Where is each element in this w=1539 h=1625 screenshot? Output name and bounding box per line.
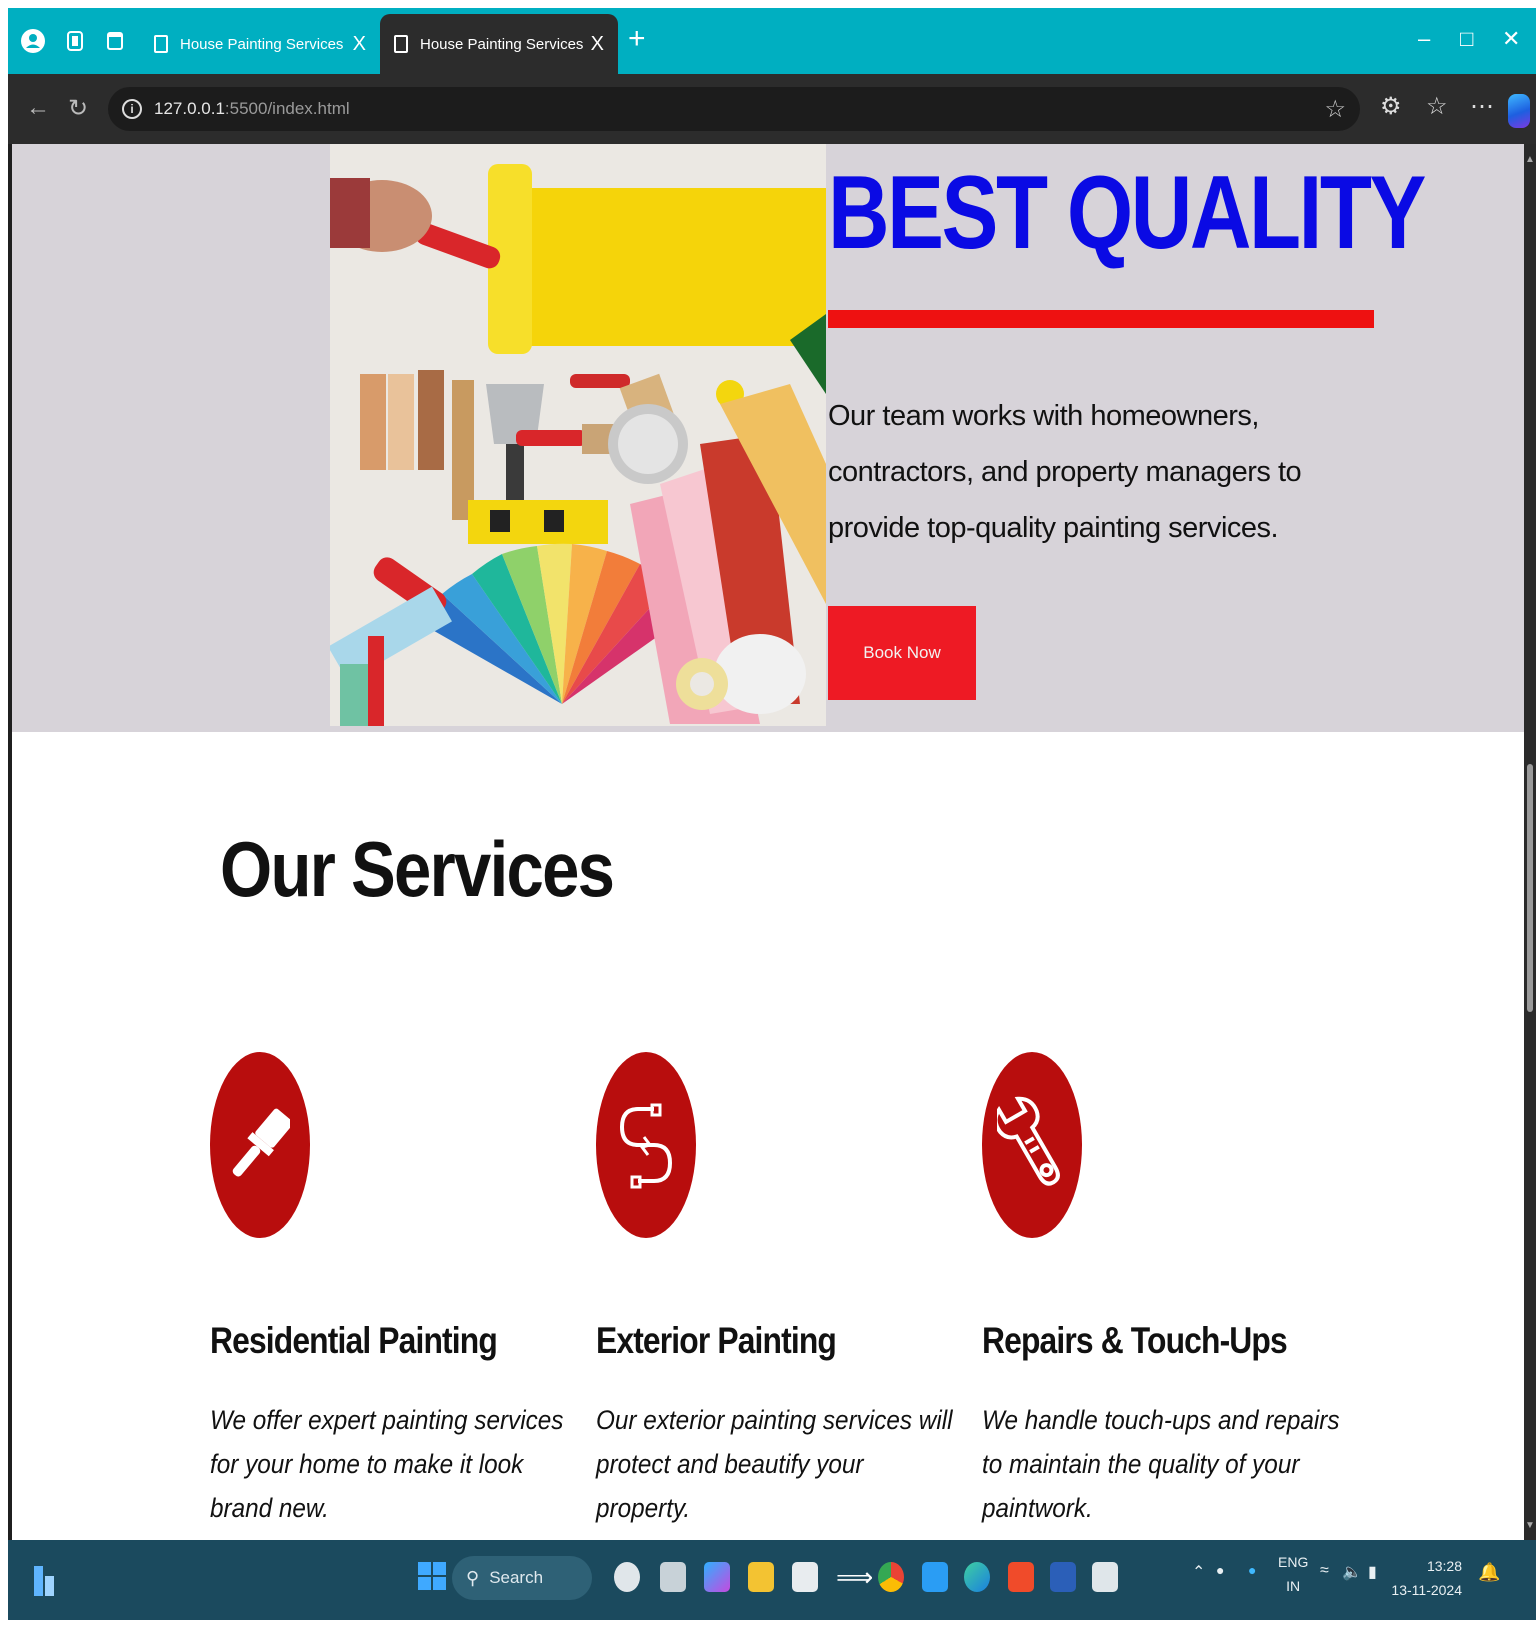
service-card-residential: Residential Painting We offer expert pai… [210,1052,570,1530]
file-explorer-icon[interactable] [748,1562,774,1592]
extensions-icon[interactable]: ⚙ [1380,92,1402,121]
minimize-button[interactable]: – [1418,26,1430,52]
vscode-icon[interactable] [922,1562,948,1592]
paintbrush-icon [232,1108,290,1177]
language-indicator[interactable]: ENG IN [1278,1550,1308,1598]
widgets-icon[interactable] [34,1566,54,1596]
tab-close-button[interactable]: X [353,33,366,56]
tray-app-icon[interactable]: ● [1248,1562,1256,1578]
notification-bell-icon[interactable]: 🔔 [1478,1562,1500,1583]
hero-title: BEST QUALITY [828,155,1426,271]
favorite-star-icon[interactable]: ☆ [1324,95,1346,124]
page-scrollbar[interactable]: ▲ ▼ [1524,144,1536,1540]
copilot-icon[interactable] [1508,94,1530,128]
page-icon [154,35,168,53]
service-icon-circle [982,1052,1082,1238]
more-menu-icon[interactable]: ⋯ [1470,92,1494,121]
painting-tools-image [330,144,826,726]
system-clock[interactable]: 13:28 13-11-2024 [1388,1554,1462,1602]
maximize-button[interactable]: □ [1460,26,1473,52]
service-description: Our exterior painting services will prot… [596,1405,953,1523]
word-icon[interactable] [1050,1562,1076,1592]
show-hidden-icons-icon[interactable]: ⌃ [1192,1562,1205,1582]
notepad-icon[interactable] [792,1562,818,1592]
clock-time: 13:28 [1426,1558,1462,1574]
service-icon-circle [596,1052,696,1238]
wrench-icon [997,1096,1060,1186]
service-title: Residential Painting [210,1320,498,1361]
brave-icon[interactable] [1008,1562,1034,1592]
site-info-icon[interactable]: i [122,99,142,119]
refresh-icon[interactable]: ↻ [68,94,88,123]
language-code: ENG [1278,1554,1309,1570]
chrome-icon[interactable] [878,1562,904,1592]
taskbar-search[interactable]: ⚲ Search [452,1556,592,1600]
tab-active[interactable]: House Painting Services X [380,14,618,74]
page-icon [394,35,408,53]
service-card-exterior: Exterior Painting Our exterior painting … [596,1052,956,1530]
tray-app-icon[interactable]: ● [1216,1562,1224,1578]
address-bar[interactable]: i 127.0.0.1:5500/index.html ☆ [108,87,1360,131]
edge-icon[interactable] [964,1562,990,1592]
search-icon: ⚲ [466,1567,480,1588]
terminal-icon[interactable]: ⟹ [836,1562,873,1592]
region-code: IN [1286,1578,1301,1594]
workspaces-icon[interactable] [62,26,88,56]
profile-icon[interactable] [20,26,46,56]
back-arrow-icon[interactable]: ← [26,94,50,122]
clipboard-app-icon[interactable] [1092,1562,1118,1592]
tab-title: House Painting Services [180,35,344,53]
service-description: We handle touch-ups and repairs to maint… [982,1405,1340,1523]
copilot-taskbar-icon[interactable] [614,1562,640,1592]
service-icon-circle [210,1052,310,1238]
new-tab-button[interactable]: + [628,22,646,56]
taskbar-search-label: Search [489,1568,544,1587]
service-description: We offer expert painting services for yo… [210,1405,564,1523]
close-window-button[interactable]: ✕ [1502,26,1520,52]
wifi-icon[interactable]: ≈ [1320,1562,1329,1580]
tab-close-button[interactable]: X [591,33,604,56]
service-title: Repairs & Touch-Ups [982,1320,1288,1361]
start-windows-icon[interactable] [418,1562,446,1590]
scroll-up-icon[interactable]: ▲ [1525,154,1535,165]
battery-icon[interactable]: ▮ [1368,1562,1377,1582]
services-heading: Our Services [220,825,615,913]
clock-date: 13-11-2024 [1391,1582,1462,1598]
windows-taskbar: ⚲ Search ⟹ ⌃ ● ● ENG IN ≈ 🔈 ▮ 13:28 13-1… [8,1540,1536,1620]
service-card-repairs: Repairs & Touch-Ups We handle touch-ups … [982,1052,1342,1530]
browser-window: House Painting Services X House Painting… [8,8,1536,1620]
magnet-icon [619,1103,673,1189]
scroll-thumb[interactable] [1527,764,1533,1012]
url-path: :5500/index.html [224,99,350,118]
volume-icon[interactable]: 🔈 [1342,1562,1362,1582]
hero-description: Our team works with homeowners, contract… [828,400,1302,544]
url-text: 127.0.0.1:5500/index.html [154,99,350,119]
tab-inactive[interactable]: House Painting Services X [140,14,380,74]
tab-bar: House Painting Services X House Painting… [8,8,1536,74]
scroll-down-icon[interactable]: ▼ [1525,1520,1535,1531]
tab-actions-icon[interactable] [102,26,128,56]
page-viewport: BEST QUALITY Our team works with homeown… [12,144,1524,1540]
service-title: Exterior Painting [596,1320,837,1361]
hero-divider [828,310,1374,328]
url-host: 127.0.0.1 [154,99,225,118]
book-now-button[interactable]: Book Now [828,606,976,700]
navigation-bar: ← ↻ i 127.0.0.1:5500/index.html ☆ ⚙ ☆ ⋯ [8,74,1536,144]
tab-title: House Painting Services [420,35,584,53]
hero-section: BEST QUALITY Our team works with homeown… [12,144,1524,732]
task-view-icon[interactable] [660,1562,686,1592]
favorites-icon[interactable]: ☆ [1426,92,1448,121]
copilot-app-icon[interactable] [704,1562,730,1592]
